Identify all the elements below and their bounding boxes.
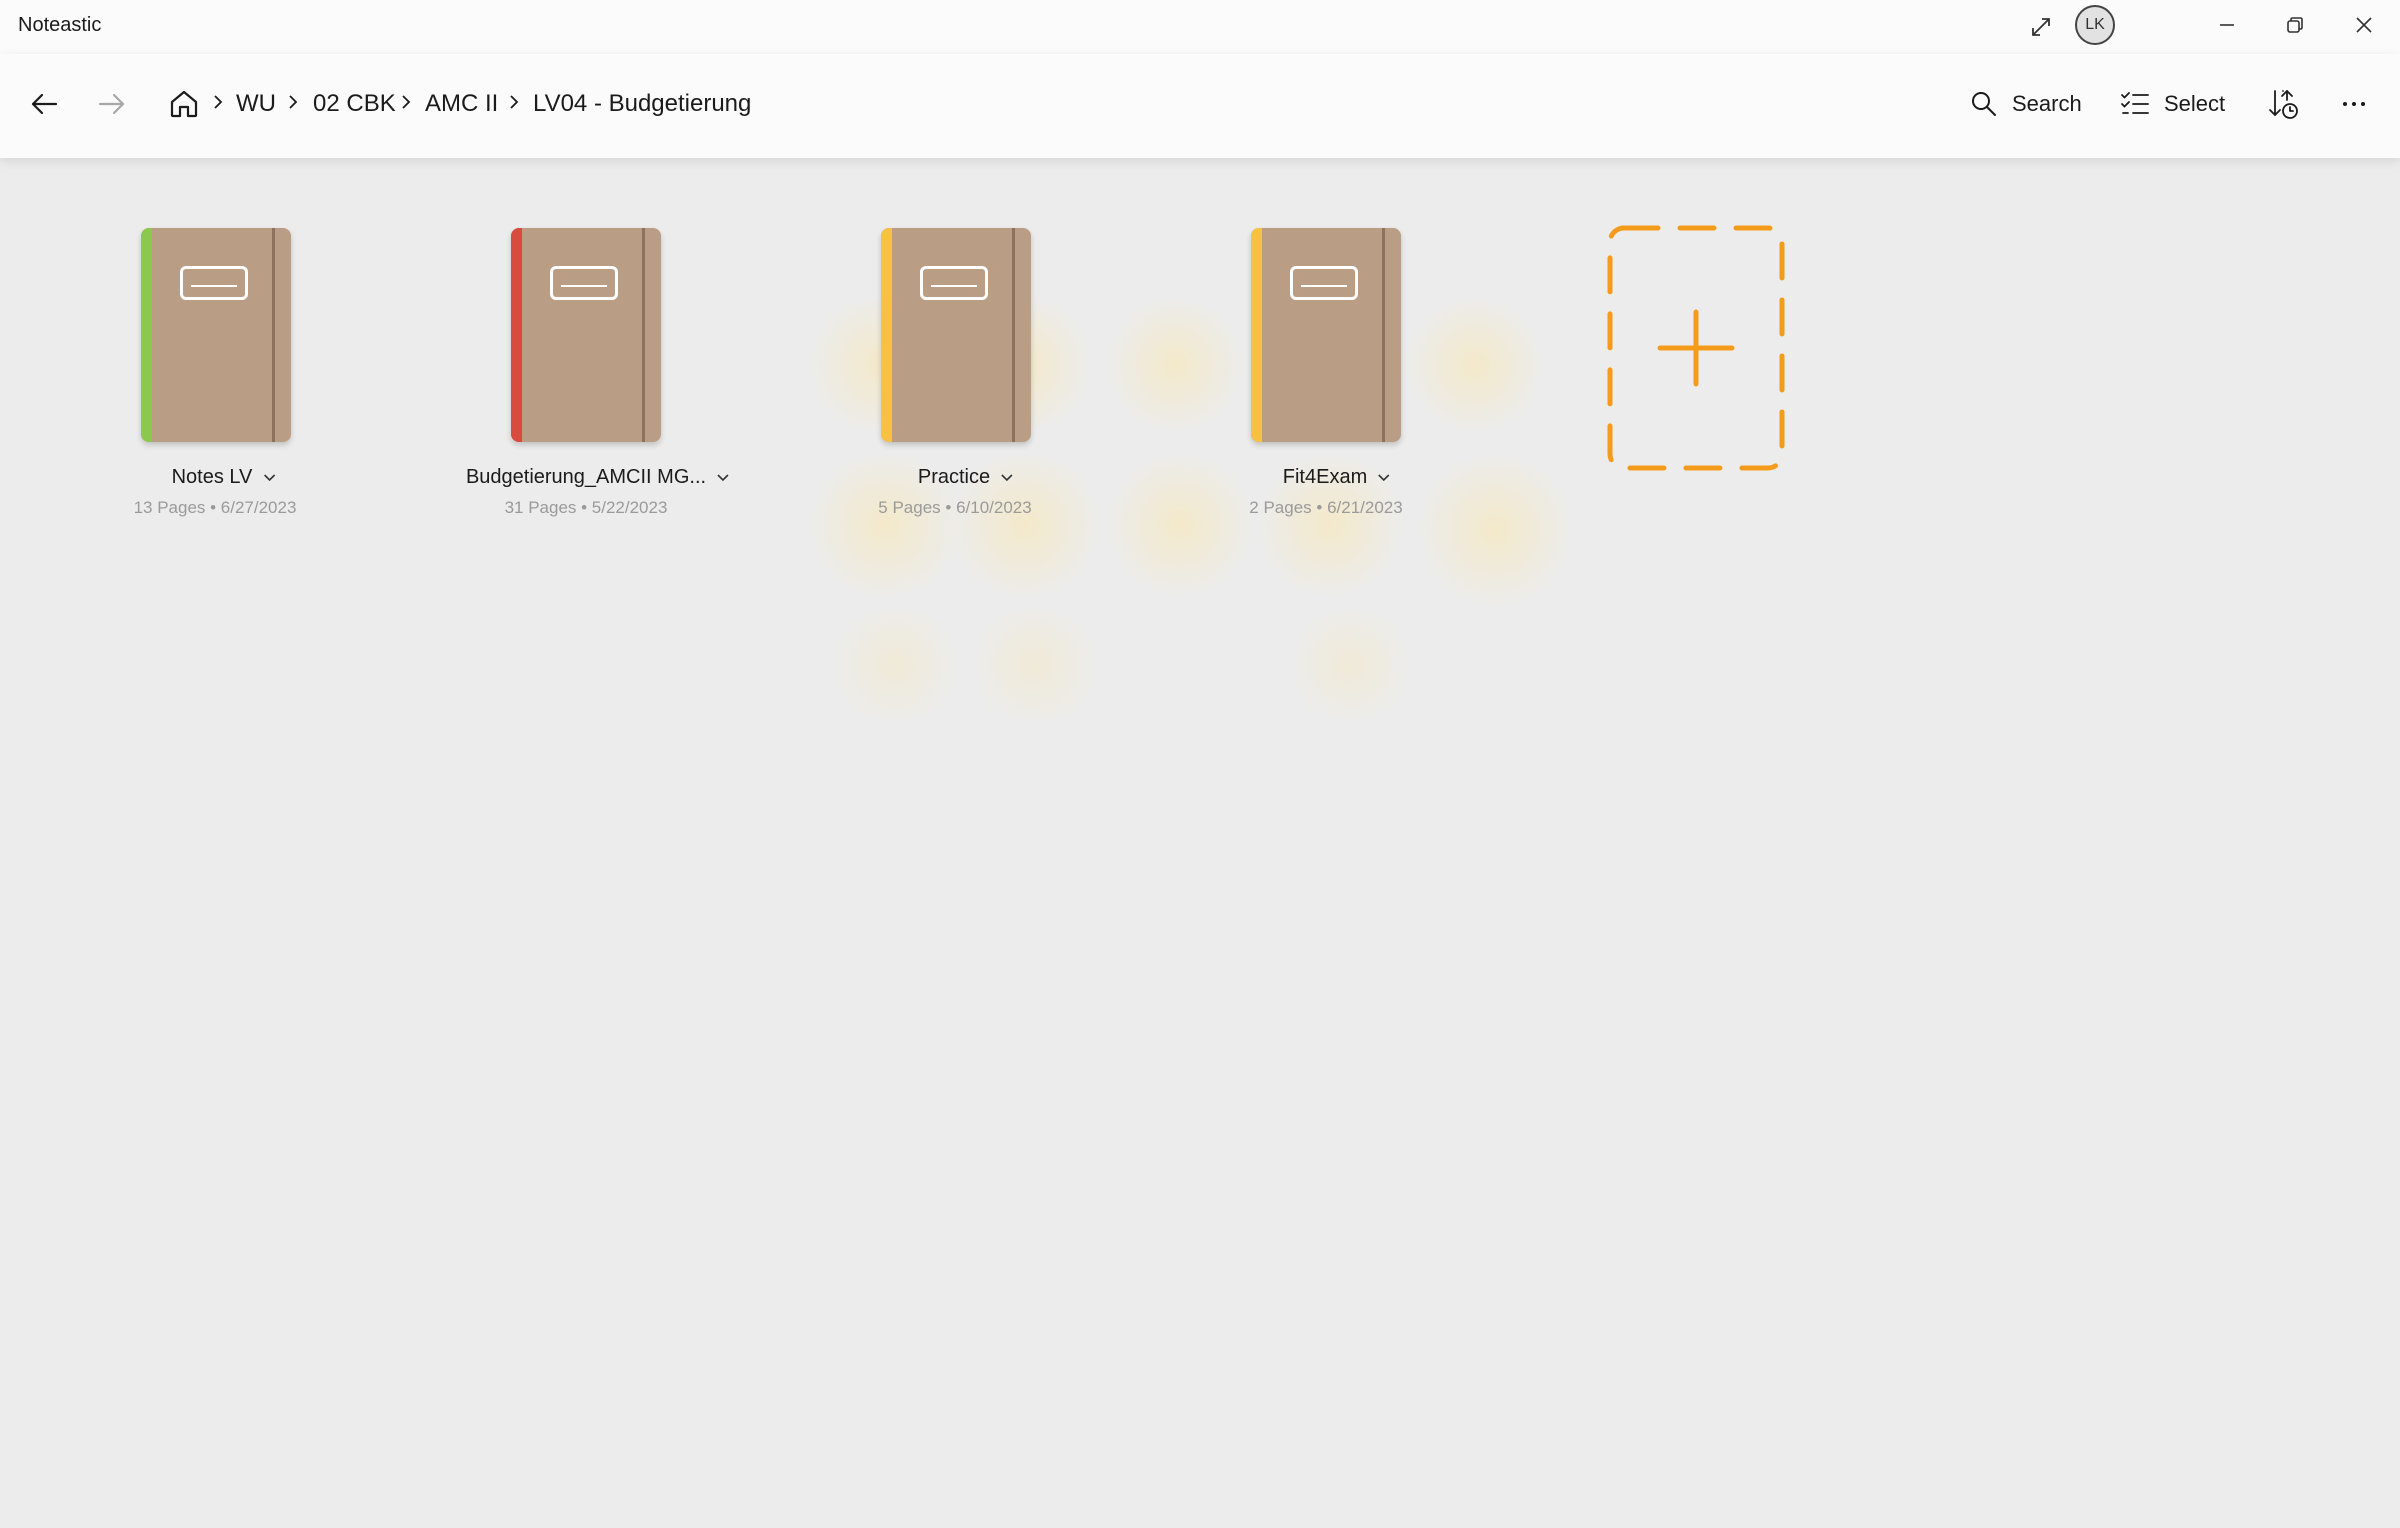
- notebook-title[interactable]: Fit4Exam: [1283, 466, 1391, 489]
- chevron-down-icon[interactable]: [262, 473, 276, 483]
- chevron-right-icon: [286, 94, 300, 115]
- back-arrow-icon[interactable]: [26, 86, 62, 122]
- notebook-label-icon: [550, 266, 618, 300]
- chevron-right-icon: [211, 94, 225, 115]
- notebook-cover: [881, 228, 1031, 442]
- select-label: Select: [2164, 91, 2226, 116]
- notebook-cover: [1251, 228, 1401, 442]
- notebook-meta: 31 Pages • 5/22/2023: [504, 498, 668, 517]
- notebook-label-icon: [180, 266, 248, 300]
- notebook-spine: [141, 228, 152, 442]
- notebook-meta: 5 Pages • 6/10/2023: [878, 498, 1032, 517]
- notebook-meta: 13 Pages • 6/27/2023: [133, 498, 297, 517]
- notebook-card[interactable]: [1251, 228, 1401, 442]
- home-icon[interactable]: [166, 86, 202, 122]
- breadcrumb-item-current[interactable]: LV04 - Budgetierung: [533, 90, 751, 118]
- close-icon[interactable]: [2349, 10, 2379, 40]
- chevron-down-icon[interactable]: [1000, 473, 1014, 483]
- notebook-title[interactable]: Budgetierung_AMCII MG...: [466, 466, 730, 489]
- select-button[interactable]: Select: [2120, 84, 2225, 124]
- chevron-right-icon: [507, 94, 521, 115]
- notebook-spine: [881, 228, 892, 442]
- chevron-down-icon[interactable]: [1377, 473, 1391, 483]
- more-options-icon[interactable]: [2336, 86, 2372, 122]
- notebook-cover: [511, 228, 661, 442]
- notebook-card[interactable]: [141, 228, 291, 442]
- app-title: Noteastic: [18, 14, 102, 36]
- restore-icon[interactable]: [2280, 10, 2310, 40]
- add-notebook-button[interactable]: [1606, 224, 1786, 472]
- search-label: Search: [2012, 91, 2082, 116]
- search-icon: [1970, 90, 1998, 118]
- expand-icon[interactable]: [2026, 12, 2056, 42]
- breadcrumb-item-amc-ii[interactable]: AMC II: [425, 90, 498, 118]
- plus-icon: [1656, 308, 1736, 388]
- notebook-card[interactable]: [881, 228, 1031, 442]
- forward-arrow-icon[interactable]: [94, 86, 130, 122]
- notebook-label-icon: [920, 266, 988, 300]
- notebook-spine: [511, 228, 522, 442]
- notebook-title[interactable]: Notes LV: [172, 466, 277, 489]
- minimize-icon[interactable]: [2212, 10, 2242, 40]
- breadcrumb-item-wu[interactable]: WU: [236, 90, 276, 118]
- notebook-label-icon: [1290, 266, 1358, 300]
- avatar[interactable]: LK: [2075, 5, 2115, 45]
- notebook-cover: [141, 228, 291, 442]
- navigation-bar: WU 02 CBK AMC II LV04 - Budgetierung Sea…: [0, 54, 2400, 158]
- chevron-right-icon: [399, 94, 413, 115]
- notebook-card[interactable]: [511, 228, 661, 442]
- notebook-title[interactable]: Practice: [918, 466, 1014, 489]
- checklist-icon: [2120, 90, 2150, 118]
- notebook-spine: [1251, 228, 1262, 442]
- breadcrumb-item-02-cbk[interactable]: 02 CBK: [313, 90, 396, 118]
- notebook-meta: 2 Pages • 6/21/2023: [1249, 498, 1403, 517]
- sort-by-date-icon[interactable]: [2264, 86, 2304, 122]
- search-button[interactable]: Search: [1970, 84, 2082, 124]
- chevron-down-icon[interactable]: [716, 473, 730, 483]
- title-bar: Noteastic LK: [0, 0, 2400, 54]
